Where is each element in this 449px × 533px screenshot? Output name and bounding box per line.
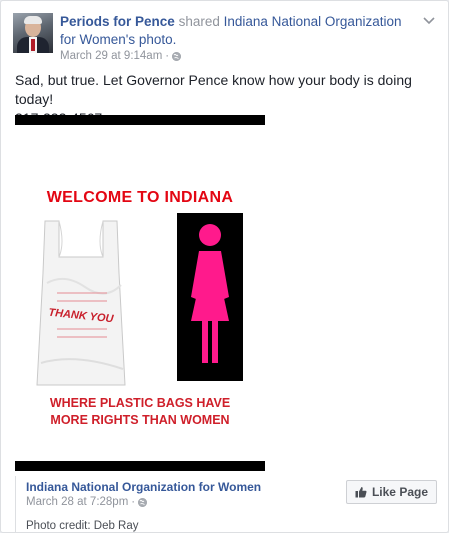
globe-icon: [138, 497, 148, 507]
photo-caption-line: WHERE PLASTIC BAGS HAVE: [49, 396, 231, 410]
photo-headline: WELCOME TO INDIANA: [46, 189, 234, 206]
chevron-down-icon[interactable]: [422, 13, 436, 27]
shared-page-attachment: Indiana National Organization for Women …: [15, 476, 437, 532]
post-timestamp[interactable]: March 29 at 9:14am: [60, 50, 162, 62]
shared-photo-link[interactable]: 's photo.: [126, 32, 177, 47]
avatar-tie: [31, 39, 35, 51]
restroom-sign: [177, 213, 243, 381]
action-text: shared: [178, 14, 220, 29]
plastic-bag-image: THANK YOU: [36, 220, 126, 386]
post-headline: Periods for Pence shared Indiana Nationa…: [60, 13, 410, 49]
post-message-line: Sad, but true. Let Governor Pence know h…: [15, 72, 412, 107]
attachment-page-link[interactable]: Indiana National Organization for Women: [26, 480, 261, 494]
photo-caption-line: MORE RIGHTS THAN WOMEN: [50, 413, 230, 427]
meta-separator: ·: [165, 50, 170, 62]
woman-figure-icon: [191, 224, 229, 363]
globe-icon: [172, 51, 182, 61]
feed-post: Periods for Pence shared Indiana Nationa…: [0, 0, 449, 533]
attachment-timestamp[interactable]: March 28 at 7:28pm: [26, 496, 128, 508]
thumbs-up-icon: [355, 487, 367, 498]
attachment-meta: March 28 at 7:28pm ·: [26, 496, 148, 508]
like-page-button[interactable]: Like Page: [345, 480, 437, 504]
photo-content: WELCOME TO INDIANA THANK YOU WHERE PLAST…: [15, 125, 265, 461]
post-photo[interactable]: WELCOME TO INDIANA THANK YOU WHERE PLAST…: [15, 115, 265, 471]
meta-separator: ·: [131, 496, 136, 508]
photo-caption: WHERE PLASTIC BAGS HAVE MORE RIGHTS THAN…: [15, 395, 265, 429]
avatar[interactable]: [13, 13, 53, 53]
like-page-label: Like Page: [371, 485, 428, 499]
avatar-hair: [24, 16, 42, 24]
author-link[interactable]: Periods for Pence: [60, 14, 175, 29]
photo-credit: Photo credit: Deb Ray: [26, 520, 139, 532]
post-meta: March 29 at 9:14am ·: [60, 50, 182, 62]
